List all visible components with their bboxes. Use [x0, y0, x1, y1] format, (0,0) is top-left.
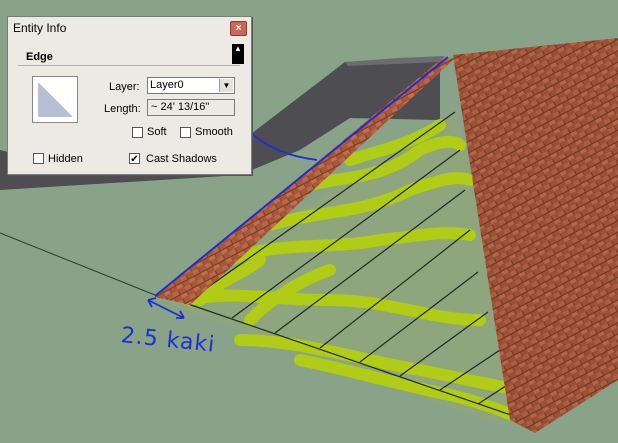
soft-label: Soft — [147, 126, 167, 138]
layer-dropdown[interactable]: Layer0 ▼ — [147, 77, 235, 94]
entity-type-heading: Edge — [26, 51, 53, 63]
entity-info-window: Entity Info × Edge ▲ Layer: Layer0 ▼ Len… — [7, 16, 252, 175]
collapse-icon[interactable]: ▲ — [232, 44, 244, 64]
hidden-label: Hidden — [48, 153, 83, 165]
cast-shadows-label: Cast Shadows — [146, 153, 217, 165]
separator — [18, 65, 240, 66]
layer-value: Layer0 — [150, 79, 184, 91]
smooth-label: Smooth — [195, 126, 233, 138]
layer-label: Layer: — [109, 81, 140, 93]
hidden-checkbox[interactable] — [33, 153, 44, 164]
length-field[interactable]: ~ 24' 13/16" — [147, 99, 235, 116]
smooth-checkbox[interactable] — [180, 127, 191, 138]
chevron-down-icon[interactable]: ▼ — [219, 79, 233, 92]
title-bar[interactable]: Entity Info × — [8, 17, 251, 39]
material-swatch[interactable] — [32, 76, 78, 123]
cast-shadows-checkbox[interactable]: ✔ — [129, 153, 140, 165]
window-title: Entity Info — [13, 21, 67, 35]
soft-checkbox[interactable] — [132, 127, 143, 138]
close-icon[interactable]: × — [230, 21, 247, 36]
length-label: Length: — [104, 103, 141, 115]
